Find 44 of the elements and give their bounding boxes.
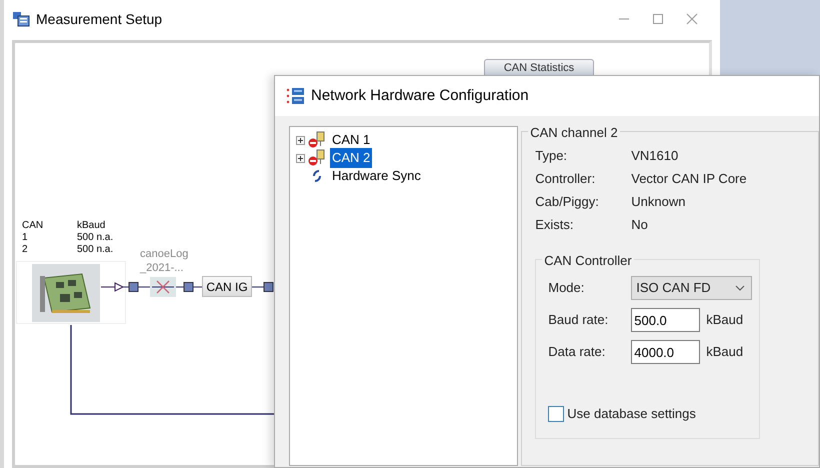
connector-icon	[307, 131, 327, 149]
field-label: Mode:	[548, 279, 586, 298]
field-label: Type:	[535, 148, 568, 164]
maximize-icon[interactable]	[652, 13, 664, 25]
field-label: Cab/Piggy:	[535, 194, 600, 210]
tree-item[interactable]: CAN 2	[330, 148, 372, 168]
dialog-title: Network Hardware Configuration	[311, 86, 529, 106]
table-cell-text: 1	[22, 232, 29, 244]
logging-block-label: _2021-...	[140, 261, 184, 275]
checkbox-label: Use database settings	[567, 405, 696, 423]
connector-icon	[307, 149, 327, 167]
unit-label: kBaud	[706, 343, 744, 362]
field-value: Unknown	[631, 194, 686, 210]
field-value: Vector CAN IP Core	[631, 171, 748, 187]
window-title: Measurement Setup	[36, 10, 162, 29]
unit-label: kBaud	[706, 311, 744, 330]
table-cell-text: 2	[22, 244, 29, 256]
column-header: kBaud	[77, 220, 106, 232]
field-value: VN1610	[631, 148, 680, 164]
logging-block-label: canoeLog	[140, 247, 188, 261]
column-header: CAN	[22, 220, 44, 232]
field-label: Baud rate:	[548, 311, 610, 330]
close-icon[interactable]	[686, 13, 698, 25]
hardware-card[interactable]	[16, 261, 126, 324]
field-label: Controller:	[535, 171, 596, 187]
interface-card-icon	[32, 264, 100, 322]
tree-item[interactable]: Hardware Sync	[330, 166, 423, 186]
statistics-button[interactable]: CAN Statistics	[484, 59, 594, 76]
expand-icon[interactable]	[296, 136, 305, 144]
ig-block-button[interactable]: CAN IG	[202, 276, 252, 297]
mode-dropdown[interactable]: ISO CAN FD	[631, 276, 752, 300]
network-config-icon	[285, 87, 305, 105]
chevron-down-icon	[735, 285, 746, 291]
checkbox[interactable]	[548, 406, 564, 422]
table-cell-text: 500 n.a.	[77, 244, 114, 256]
table-cell-text: 500 n.a.	[77, 232, 114, 244]
window-layout-icon	[12, 11, 30, 27]
expand-icon[interactable]	[296, 154, 305, 162]
field-value: No	[631, 217, 649, 233]
input-field[interactable]: 4000.0	[631, 340, 700, 364]
field-label: Exists:	[535, 217, 575, 233]
tree-item[interactable]: CAN 1	[330, 130, 372, 150]
field-label: Data rate:	[548, 343, 606, 362]
input-field[interactable]: 500.0	[631, 308, 700, 332]
